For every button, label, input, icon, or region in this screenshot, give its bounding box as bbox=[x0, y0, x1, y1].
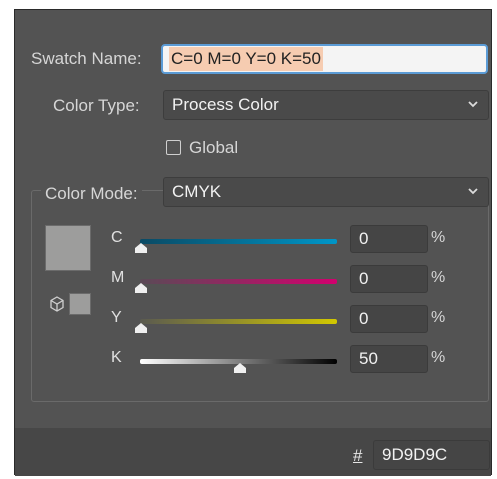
global-checkbox[interactable] bbox=[166, 140, 181, 155]
slider-track-y[interactable] bbox=[140, 319, 337, 324]
percent-label: % bbox=[431, 229, 446, 246]
out-of-gamut-cube-icon[interactable] bbox=[48, 295, 66, 313]
swatch-name-input[interactable]: C=0 M=0 Y=0 K=50 bbox=[161, 44, 488, 74]
channel-label-c: C bbox=[111, 229, 123, 246]
channel-value-input-m[interactable]: 0 bbox=[350, 265, 428, 293]
channel-value-input-k[interactable]: 50 bbox=[350, 345, 428, 373]
slider-track-m[interactable] bbox=[140, 279, 337, 284]
color-preview-swatch bbox=[45, 225, 91, 271]
channel-value-y: 0 bbox=[359, 309, 369, 328]
channel-value-input-c[interactable]: 0 bbox=[350, 225, 428, 253]
channel-label-y: Y bbox=[111, 309, 122, 326]
color-mode-label: Color Mode: bbox=[41, 184, 142, 204]
swatch-name-value: C=0 M=0 Y=0 K=50 bbox=[169, 47, 323, 71]
swatch-options-panel: Swatch Name: C=0 M=0 Y=0 K=50 Color Type… bbox=[14, 9, 492, 476]
slider-thumb-m[interactable] bbox=[134, 283, 148, 293]
swatch-name-label: Swatch Name: bbox=[31, 49, 142, 68]
out-of-gamut-swatch[interactable] bbox=[69, 293, 91, 315]
slider-thumb-c[interactable] bbox=[134, 243, 148, 253]
color-mode-value: CMYK bbox=[172, 182, 222, 201]
channel-value-m: 0 bbox=[359, 269, 369, 288]
slider-track-c[interactable] bbox=[140, 239, 337, 244]
chevron-down-icon bbox=[468, 101, 478, 108]
hex-symbol: # bbox=[353, 446, 363, 465]
chevron-down-icon bbox=[468, 188, 478, 195]
color-type-label: Color Type: bbox=[53, 96, 140, 115]
hex-value-input[interactable]: 9D9D9C bbox=[373, 440, 490, 470]
channel-value-c: 0 bbox=[359, 229, 369, 248]
color-type-value: Process Color bbox=[172, 95, 279, 114]
color-mode-dropdown[interactable]: CMYK bbox=[163, 177, 489, 207]
percent-label: % bbox=[431, 349, 446, 366]
global-label: Global bbox=[189, 138, 239, 157]
channel-value-input-y[interactable]: 0 bbox=[350, 305, 428, 333]
channel-label-k: K bbox=[111, 349, 122, 366]
hex-value: 9D9D9C bbox=[382, 445, 448, 464]
percent-label: % bbox=[431, 269, 446, 286]
channel-value-k: 50 bbox=[359, 349, 378, 368]
slider-thumb-k[interactable] bbox=[233, 363, 247, 373]
percent-label: % bbox=[431, 309, 446, 326]
slider-thumb-y[interactable] bbox=[134, 323, 148, 333]
channel-label-m: M bbox=[111, 269, 125, 286]
color-type-dropdown[interactable]: Process Color bbox=[163, 90, 489, 120]
